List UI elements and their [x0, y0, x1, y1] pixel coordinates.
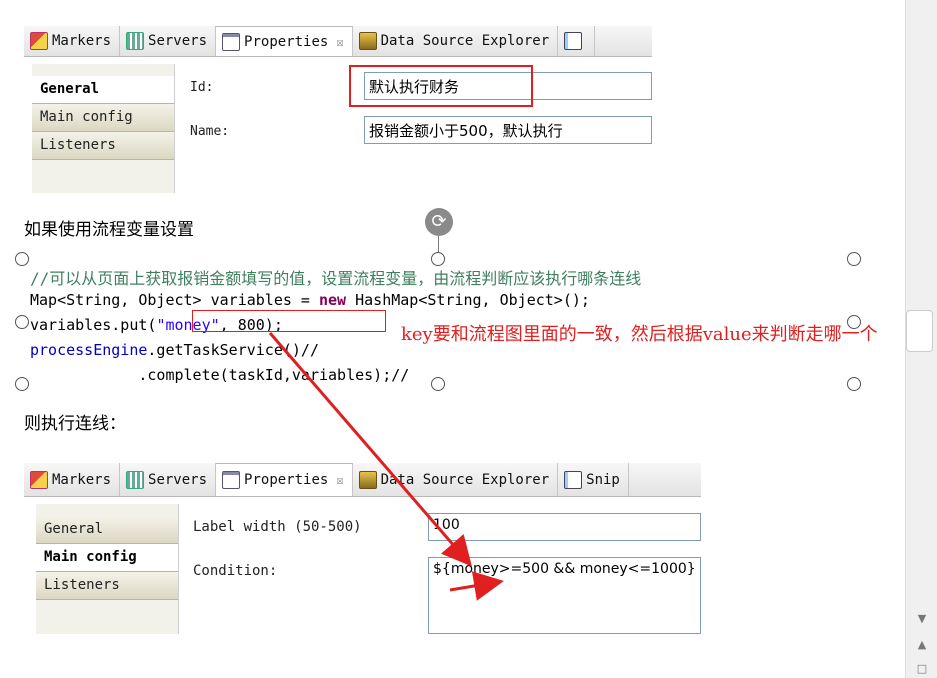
- arrow-to-condition: [268, 332, 472, 567]
- scroll-end-icon[interactable]: □: [906, 660, 937, 678]
- scroll-track-handle[interactable]: [906, 310, 933, 352]
- scroll-down-icon[interactable]: ▼: [906, 610, 937, 628]
- arrow-overlay: [268, 332, 504, 601]
- arrow-to-money: [449, 571, 504, 601]
- scroll-up-icon[interactable]: ▲: [906, 636, 937, 654]
- vertical-scrollbar[interactable]: ▼ ▲ □: [905, 0, 937, 678]
